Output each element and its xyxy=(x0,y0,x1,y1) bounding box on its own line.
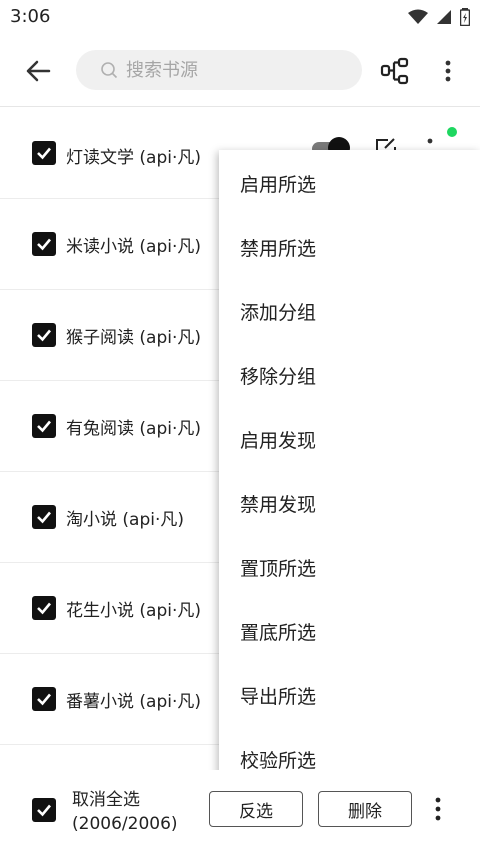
list-item-label: 淘小说 (api·凡) xyxy=(66,510,185,530)
checkbox[interactable] xyxy=(32,687,56,711)
checkbox[interactable] xyxy=(32,232,56,256)
menu-item-label: 添加分组 xyxy=(240,302,317,324)
checkbox[interactable] xyxy=(32,596,56,620)
menu-item-add-group[interactable]: 添加分组 xyxy=(219,278,480,342)
back-button[interactable] xyxy=(22,56,54,86)
menu-item-move-to-bottom[interactable]: 置底所选 xyxy=(219,598,480,662)
menu-item-label: 移除分组 xyxy=(240,366,317,388)
checkbox[interactable] xyxy=(32,505,56,529)
check-icon xyxy=(37,511,51,524)
menu-item-label: 禁用所选 xyxy=(240,238,317,260)
more-vertical-icon[interactable] xyxy=(434,796,442,822)
select-all-label[interactable]: 取消全选 (2006/2006) xyxy=(72,788,178,836)
status-icons xyxy=(408,8,470,26)
menu-item-label: 导出所选 xyxy=(240,686,317,708)
menu-item-disable-explore[interactable]: 禁用发现 xyxy=(219,470,480,534)
list-item-label: 猴子阅读 (api·凡) xyxy=(66,328,202,348)
arrow-left-icon xyxy=(26,60,51,82)
app-bar xyxy=(0,34,480,106)
list-item-label: 有兔阅读 (api·凡) xyxy=(66,419,202,439)
search-box[interactable] xyxy=(76,50,362,90)
select-all-checkbox[interactable] xyxy=(32,798,56,822)
more-vertical-icon xyxy=(445,60,451,82)
checkbox[interactable] xyxy=(32,323,56,347)
menu-item-label: 启用发现 xyxy=(240,430,317,452)
group-filter-button[interactable] xyxy=(380,56,410,86)
menu-item-label: 校验所选 xyxy=(240,750,317,772)
delete-button[interactable]: 删除 xyxy=(318,791,412,827)
menu-item-disable-selected[interactable]: 禁用所选 xyxy=(219,214,480,278)
wifi-icon xyxy=(408,9,428,24)
checkbox[interactable] xyxy=(32,141,56,165)
menu-item-export-selected[interactable]: 导出所选 xyxy=(219,662,480,726)
select-all-text: 取消全选 xyxy=(72,790,140,810)
status-dot xyxy=(447,127,457,137)
menu-item-label: 启用所选 xyxy=(240,174,317,196)
invert-selection-button[interactable]: 反选 xyxy=(209,791,303,827)
search-icon xyxy=(100,60,120,80)
list-item-label: 番薯小说 (api·凡) xyxy=(66,692,202,712)
status-time: 3:06 xyxy=(10,6,51,27)
list-item-label: 灯读文学 (api·凡) xyxy=(66,148,202,168)
list-item-label: 米读小说 (api·凡) xyxy=(66,237,202,257)
menu-item-enable-explore[interactable]: 启用发现 xyxy=(219,406,480,470)
selection-action-bar: 取消全选 (2006/2006) 反选 删除 xyxy=(0,770,480,851)
menu-item-label: 禁用发现 xyxy=(240,494,317,516)
check-icon xyxy=(37,238,51,251)
check-icon xyxy=(37,329,51,342)
list-item-label: 花生小说 (api·凡) xyxy=(66,601,202,621)
search-input[interactable] xyxy=(124,58,348,82)
status-bar: 3:06 xyxy=(0,0,480,34)
menu-item-enable-selected[interactable]: 启用所选 xyxy=(219,150,480,214)
signal-icon xyxy=(437,10,451,24)
check-icon xyxy=(37,147,51,160)
menu-item-remove-group[interactable]: 移除分组 xyxy=(219,342,480,406)
check-icon xyxy=(37,804,51,817)
menu-item-label: 置顶所选 xyxy=(240,558,317,580)
overflow-menu-button[interactable] xyxy=(436,56,460,86)
battery-icon xyxy=(460,8,470,26)
batch-action-menu: 启用所选 禁用所选 添加分组 移除分组 启用发现 禁用发现 置顶所选 置底所选 … xyxy=(219,150,480,788)
check-icon xyxy=(37,602,51,615)
selection-count: (2006/2006) xyxy=(72,814,178,834)
menu-item-label: 置底所选 xyxy=(240,622,317,644)
check-icon xyxy=(37,693,51,706)
tree-structure-icon xyxy=(380,57,409,85)
check-icon xyxy=(37,420,51,433)
checkbox[interactable] xyxy=(32,414,56,438)
menu-item-move-to-top[interactable]: 置顶所选 xyxy=(219,534,480,598)
